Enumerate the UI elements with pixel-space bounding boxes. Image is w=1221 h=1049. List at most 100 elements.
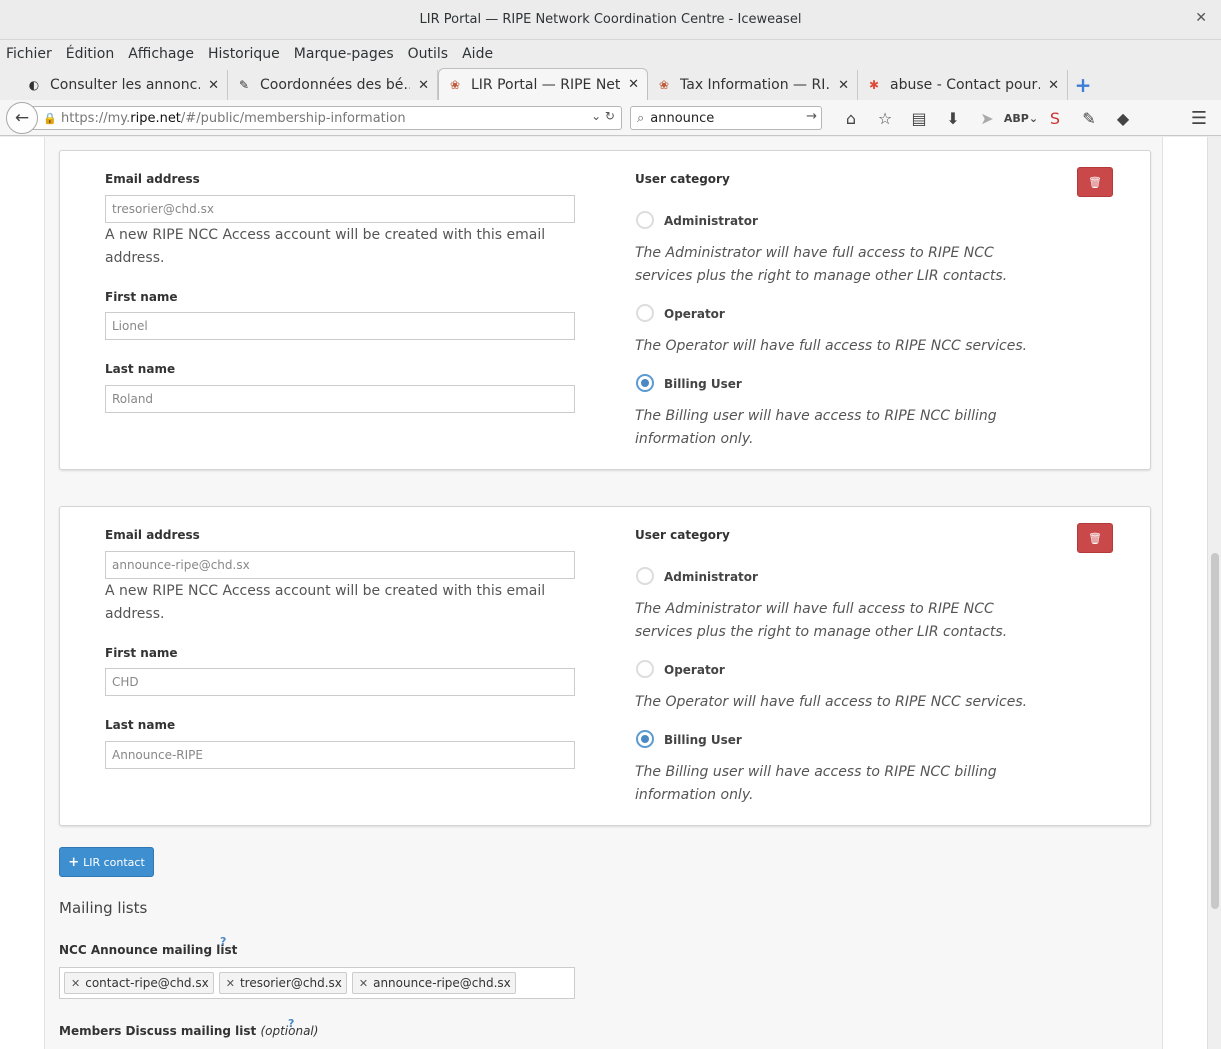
tab-coordonnees[interactable]: ✎ Coordonnées des bé… ✕	[228, 70, 438, 100]
tab-lir-portal[interactable]: ❀ LIR Portal — RIPE Net… ✕	[438, 68, 648, 100]
remove-tag-icon[interactable]: ✕	[226, 977, 235, 990]
menu-marque-pages[interactable]: Marque-pages	[294, 46, 394, 62]
add-lir-contact-button[interactable]: + LIR contact	[59, 847, 154, 877]
search-bar[interactable]: ⌕ announce →	[630, 106, 822, 130]
last-name-label: Last name	[105, 362, 176, 376]
close-tab-icon[interactable]: ✕	[1048, 78, 1059, 93]
last-name-label: Last name	[105, 718, 176, 732]
page-content: Email address tresorier@chd.sx A new RIP…	[44, 137, 1163, 1049]
billing-user-description: The Billing user will have access to RIP…	[635, 764, 997, 803]
menu-outils[interactable]: Outils	[408, 46, 448, 62]
menu-aide[interactable]: Aide	[462, 46, 493, 62]
menu-historique[interactable]: Historique	[208, 46, 280, 62]
administrator-description: The Administrator will have full access …	[635, 245, 1008, 284]
lir-contact-card: Email address tresorier@chd.sx A new RIP…	[59, 150, 1151, 470]
tag-label: contact-ripe@chd.sx	[85, 976, 209, 990]
remove-tag-icon[interactable]: ✕	[71, 977, 80, 990]
ripe-icon: ❀	[449, 77, 461, 92]
menu-bar: Fichier Édition Affichage Historique Mar…	[0, 42, 1221, 66]
back-arrow-icon: ←	[14, 108, 30, 128]
tab-tax-information[interactable]: ❀ Tax Information — RI… ✕	[648, 70, 858, 100]
tab-label: Tax Information — RI…	[680, 77, 831, 93]
email-label: Email address	[105, 528, 200, 542]
search-go-icon[interactable]: →	[806, 109, 817, 124]
user-category-label: User category	[635, 172, 730, 186]
last-name-input[interactable]: Roland	[105, 385, 575, 413]
user-category-label: User category	[635, 528, 730, 542]
email-label: Email address	[105, 172, 200, 186]
mailing-lists-heading: Mailing lists	[59, 899, 148, 917]
page-viewport: Email address tresorier@chd.sx A new RIP…	[0, 137, 1221, 1049]
url-dropdown-reload-icon[interactable]: ⌄ ↻	[591, 109, 615, 123]
lock-icon: 🔒	[43, 111, 57, 125]
menu-edition[interactable]: Édition	[66, 46, 114, 62]
billing-user-label: Billing User	[664, 377, 742, 391]
billing-user-description: The Billing user will have access to RIP…	[635, 408, 997, 447]
url-bar[interactable]: 🔒 https://my. ripe.net/#/public/membershi…	[24, 106, 622, 130]
first-name-label: First name	[105, 646, 178, 660]
delete-contact-button[interactable]: 🗑	[1077, 523, 1113, 553]
ncc-announce-label: NCC Announce mailing list	[59, 943, 238, 957]
close-tab-icon[interactable]: ✕	[628, 77, 639, 92]
radio-administrator[interactable]	[636, 567, 654, 585]
close-tab-icon[interactable]: ✕	[418, 78, 429, 93]
extension-arrow-icon[interactable]: ◆	[1106, 106, 1140, 130]
email-input[interactable]: tresorier@chd.sx	[105, 195, 575, 223]
menu-hamburger-icon[interactable]: ☰	[1187, 106, 1211, 130]
window-title: LIR Portal — RIPE Network Coordination C…	[419, 12, 802, 27]
send-icon[interactable]: ➤	[970, 106, 1004, 130]
url-protocol: https://my.	[61, 110, 131, 126]
last-name-input[interactable]: Announce-RIPE	[105, 741, 575, 769]
extension-icon[interactable]: S	[1038, 106, 1072, 130]
reading-list-icon[interactable]: ▤	[902, 106, 936, 130]
email-input[interactable]: announce-ripe@chd.sx	[105, 551, 575, 579]
tag-label: tresorier@chd.sx	[239, 976, 342, 990]
tab-consulter[interactable]: ◐ Consulter les annonc… ✕	[18, 70, 228, 100]
email-tag: ✕ contact-ripe@chd.sx	[64, 972, 214, 994]
trash-icon: 🗑	[1088, 531, 1102, 545]
radio-operator[interactable]	[636, 304, 654, 322]
email-tag: ✕ tresorier@chd.sx	[218, 972, 347, 994]
ncc-announce-tag-input[interactable]: ✕ contact-ripe@chd.sx ✕ tresorier@chd.sx…	[59, 967, 575, 999]
bookmark-star-icon[interactable]: ☆	[868, 106, 902, 130]
email-tag: ✕ announce-ripe@chd.sx	[351, 972, 516, 994]
first-name-input[interactable]: CHD	[105, 668, 575, 696]
scrollbar-thumb[interactable]	[1211, 553, 1219, 909]
radio-operator[interactable]	[636, 660, 654, 678]
document-icon: ✎	[238, 78, 250, 92]
tab-abuse[interactable]: ✱ abuse - Contact pour… ✕	[858, 70, 1068, 100]
close-tab-icon[interactable]: ✕	[838, 78, 849, 93]
url-path: /#/public/membership-information	[180, 110, 406, 126]
download-icon[interactable]: ⬇	[936, 106, 970, 130]
administrator-label: Administrator	[664, 214, 758, 228]
radio-billing-user[interactable]	[636, 730, 654, 748]
home-icon[interactable]: ⌂	[834, 106, 868, 130]
menu-affichage[interactable]: Affichage	[128, 46, 194, 62]
extension-badge-icon[interactable]: ✎	[1072, 106, 1106, 130]
close-window-icon[interactable]: ✕	[1195, 10, 1207, 26]
billing-user-label: Billing User	[664, 733, 742, 747]
back-button[interactable]: ←	[6, 102, 38, 134]
radio-administrator[interactable]	[636, 211, 654, 229]
new-tab-icon[interactable]: +	[1068, 70, 1098, 100]
site-icon: ◐	[28, 78, 40, 92]
url-host: ripe.net	[130, 110, 181, 126]
operator-description: The Operator will have full access to RI…	[635, 694, 1028, 710]
first-name-label: First name	[105, 290, 178, 304]
search-icon: ⌕	[637, 110, 645, 126]
add-lir-contact-label: LIR contact	[83, 855, 145, 869]
help-question-icon[interactable]: ?	[220, 935, 226, 948]
google-icon: ✱	[868, 78, 880, 92]
radio-billing-user[interactable]	[636, 374, 654, 392]
vertical-scrollbar[interactable]	[1207, 137, 1221, 1049]
help-question-icon[interactable]: ?	[288, 1017, 294, 1030]
ripe-icon: ❀	[658, 78, 670, 92]
first-name-input[interactable]: Lionel	[105, 312, 575, 340]
remove-tag-icon[interactable]: ✕	[359, 977, 368, 990]
adblock-icon[interactable]: ABP⌄	[1004, 106, 1038, 130]
window-titlebar: LIR Portal — RIPE Network Coordination C…	[0, 0, 1221, 40]
close-tab-icon[interactable]: ✕	[208, 78, 219, 93]
delete-contact-button[interactable]: 🗑	[1077, 167, 1113, 197]
tab-label: LIR Portal — RIPE Net…	[471, 76, 621, 93]
menu-fichier[interactable]: Fichier	[6, 46, 52, 62]
